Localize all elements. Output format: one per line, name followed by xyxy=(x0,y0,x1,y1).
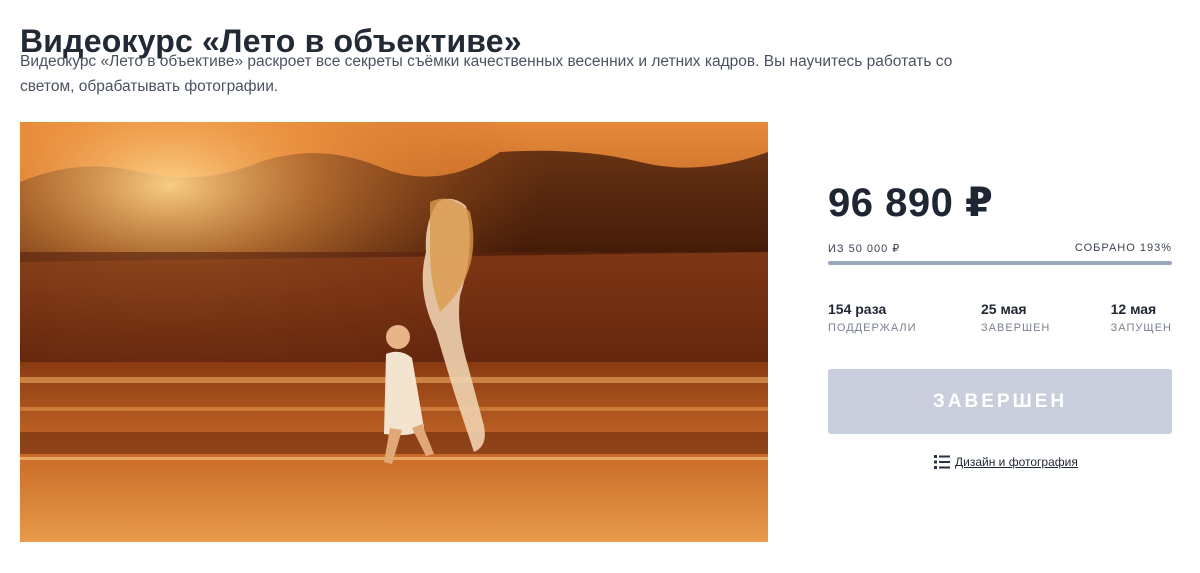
collected-amount: 96 890 ₽ xyxy=(828,181,994,225)
stat-finished: 25 мая ЗАВЕРШЕН xyxy=(981,300,1050,337)
category-link[interactable]: Дизайн и фотография xyxy=(934,455,1078,469)
list-icon xyxy=(934,455,950,469)
progress-bar-fill xyxy=(828,261,1172,265)
stat-value: 12 мая xyxy=(1110,301,1157,317)
project-stats: 154 раза ПОДДЕРЖАЛИ 25 мая ЗАВЕРШЕН 12 м… xyxy=(828,300,1172,340)
project-page: Видеокурс «Лето в объективе» Видеокурс «… xyxy=(0,0,1200,573)
stat-label: ЗАПУЩЕН xyxy=(1110,322,1172,334)
stat-label: ПОДДЕРЖАЛИ xyxy=(828,322,917,334)
project-cover-image xyxy=(20,122,768,542)
goal-amount: из 50 000 ₽ xyxy=(828,243,901,255)
collected-percent: собрано 193% xyxy=(1074,242,1172,254)
stat-supporters: 154 раза ПОДДЕРЖАЛИ xyxy=(828,300,917,337)
stat-value: 154 раза xyxy=(828,301,887,317)
stat-launched: 12 мая ЗАПУЩЕН xyxy=(1111,300,1172,337)
stat-label: ЗАВЕРШЕН xyxy=(981,322,1051,334)
category-label[interactable]: Дизайн и фотография xyxy=(955,455,1078,469)
stat-value: 25 мая xyxy=(981,301,1027,317)
progress-bar xyxy=(828,261,1172,265)
project-status-button[interactable]: ЗАВЕРШЕН xyxy=(828,369,1172,434)
photo-mother-and-child-icon xyxy=(20,122,768,542)
project-description: Видеокурс «Лето в объективе» раскроет вс… xyxy=(20,53,953,95)
